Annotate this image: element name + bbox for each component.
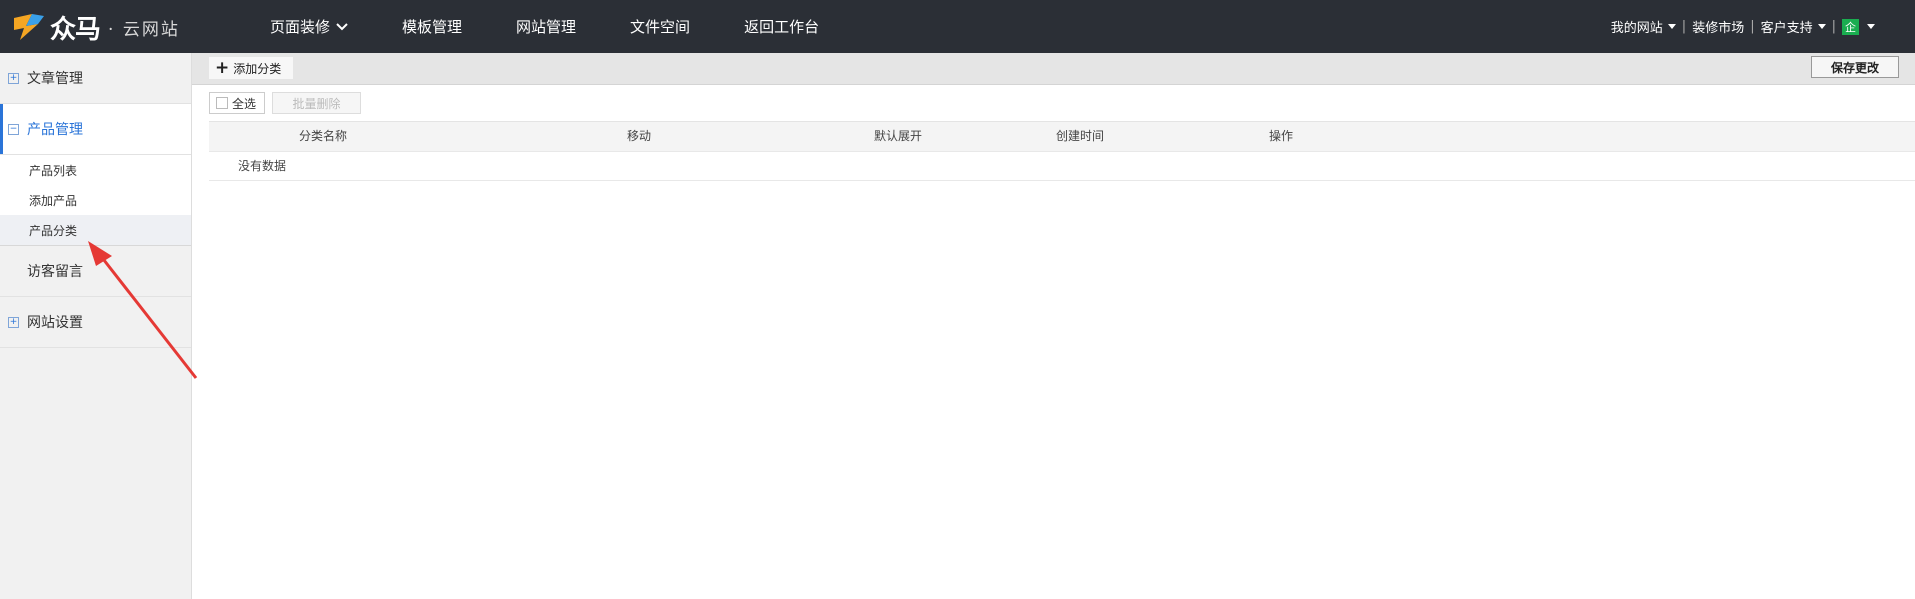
main-nav: 页面装修 模板管理 网站管理 文件空间 返回工作台	[270, 0, 873, 53]
save-changes-button[interactable]: 保存更改	[1811, 56, 1899, 78]
nav-site-management[interactable]: 网站管理	[516, 16, 576, 37]
my-site-label: 我的网站	[1610, 21, 1663, 36]
sidebar-item-visitor-messages[interactable]: 访客留言	[0, 246, 191, 297]
caret-down-icon	[1867, 24, 1875, 29]
nav-template-management[interactable]: 模板管理	[402, 16, 462, 37]
brand-name: 众马	[50, 14, 101, 45]
customer-support-dropdown[interactable]: 客户支持	[1761, 17, 1826, 36]
table-row: 没有数据	[209, 152, 1915, 181]
column-header-default-expand: 默认展开	[874, 129, 923, 143]
logo-horse-icon	[14, 14, 44, 40]
category-toolbar: + 添加分类 保存更改	[192, 53, 1915, 85]
main-content: + 添加分类 保存更改 全选 批量删除 分类名称 移动 默认展开 创建时间 操作…	[192, 53, 1915, 599]
sidebar-item-label: 网站设置	[27, 315, 83, 331]
nav-file-space[interactable]: 文件空间	[630, 16, 690, 37]
column-header-move: 移动	[627, 129, 652, 143]
sidebar-item-label: 访客留言	[27, 264, 83, 280]
column-header-created-time: 创建时间	[1056, 129, 1105, 143]
plus-box-icon: +	[8, 72, 19, 84]
brand-subtitle: · 云网站	[108, 19, 180, 40]
account-dropdown[interactable]: 企	[1842, 18, 1875, 35]
nav-label: 页面装修	[270, 18, 331, 36]
my-site-dropdown[interactable]: 我的网站	[1611, 17, 1676, 36]
divider: |	[1831, 19, 1836, 34]
enterprise-badge-icon: 企	[1842, 18, 1859, 35]
add-category-label: 添加分类	[233, 61, 282, 76]
select-all-button[interactable]: 全选	[209, 92, 265, 114]
column-header-actions: 操作	[1269, 129, 1294, 143]
sidebar-item-site-settings[interactable]: + 网站设置	[0, 297, 191, 348]
sidebar-item-products[interactable]: − 产品管理	[0, 104, 191, 155]
caret-down-icon	[1667, 24, 1676, 29]
support-label: 客户支持	[1760, 21, 1813, 36]
brand-logo[interactable]: 众马 · 云网站	[12, 10, 180, 45]
decor-market-link[interactable]: 装修市场	[1692, 17, 1744, 36]
sidebar-subitem-product-category[interactable]: 产品分类	[0, 215, 191, 245]
nav-page-decoration[interactable]: 页面装修	[270, 16, 348, 37]
caret-down-icon	[1817, 24, 1826, 29]
plus-icon: +	[215, 57, 230, 78]
empty-state-text: 没有数据	[238, 159, 287, 173]
add-category-button[interactable]: + 添加分类	[209, 57, 294, 79]
sidebar: + 文章管理 − 产品管理 产品列表 添加产品 产品分类 访客留言 + 网站设置	[0, 53, 192, 599]
top-navbar: 众马 · 云网站 页面装修 模板管理 网站管理 文件空间 返回工作台 我的网站 …	[0, 0, 1915, 53]
column-header-name: 分类名称	[299, 129, 348, 143]
table-header: 分类名称 移动 默认展开 创建时间 操作	[209, 121, 1915, 152]
sidebar-subitem-product-list[interactable]: 产品列表	[0, 155, 191, 185]
sidebar-item-label: 产品管理	[27, 122, 83, 138]
divider: |	[1750, 19, 1755, 34]
select-all-label: 全选	[232, 96, 257, 111]
plus-box-icon: +	[8, 316, 19, 328]
sidebar-subitem-add-product[interactable]: 添加产品	[0, 185, 191, 215]
batch-delete-button[interactable]: 批量删除	[272, 92, 361, 114]
sidebar-item-label: 文章管理	[27, 71, 83, 87]
category-table: 分类名称 移动 默认展开 创建时间 操作 没有数据	[209, 121, 1915, 181]
nav-back-to-workbench[interactable]: 返回工作台	[744, 16, 819, 37]
batch-toolbar: 全选 批量删除	[192, 85, 1915, 123]
products-submenu: 产品列表 添加产品 产品分类	[0, 155, 191, 246]
divider: |	[1681, 19, 1687, 34]
sidebar-item-articles[interactable]: + 文章管理	[0, 53, 191, 104]
chevron-down-icon	[336, 22, 348, 30]
top-right-menu: 我的网站 | 装修市场 | 客户支持 | 企	[1611, 0, 1875, 53]
checkbox-icon	[216, 97, 228, 109]
minus-box-icon: −	[8, 123, 19, 135]
